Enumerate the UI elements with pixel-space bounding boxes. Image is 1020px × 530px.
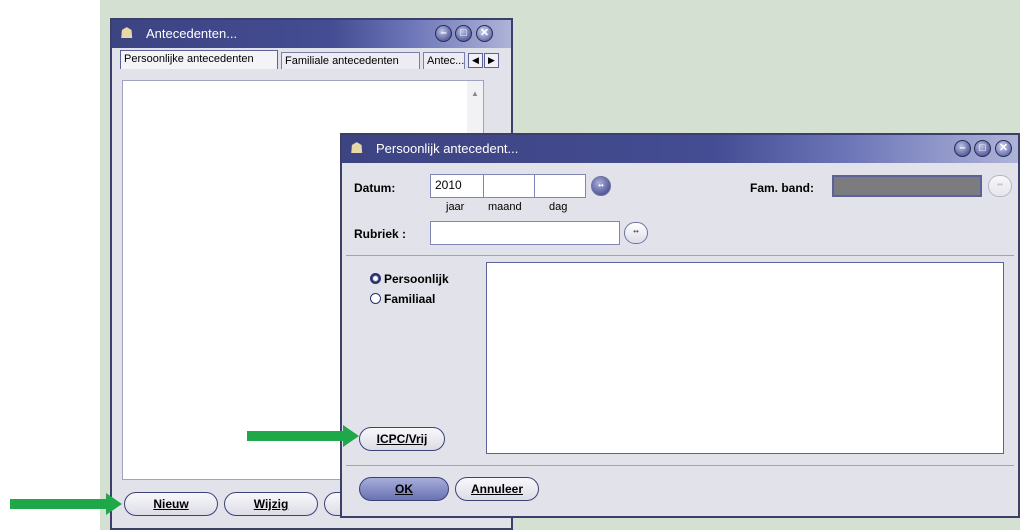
window-title: Antecedenten... <box>146 26 238 41</box>
scroll-up-icon[interactable]: ▲ <box>471 89 479 98</box>
edit-button[interactable]: Wijzig <box>224 492 318 516</box>
persoonlijk-antecedent-dialog: ☗ Persoonlijk antecedent... – □ ✕ Datum:… <box>340 133 1020 518</box>
jaar-label: jaar <box>446 201 465 213</box>
maximize-icon[interactable]: □ <box>455 25 472 42</box>
tab-strip: Persoonlijke antecedenten Familiale ante… <box>116 50 507 70</box>
radio-dot-selected <box>370 273 381 284</box>
maand-label: maand <box>488 201 522 213</box>
title-bar[interactable]: ☗ Antecedenten... – □ ✕ <box>112 20 511 48</box>
rubriek-input[interactable] <box>430 221 620 245</box>
radio-familiaal[interactable]: Familiaal <box>370 292 435 306</box>
rubriek-lookup-button[interactable]: •• <box>624 222 648 244</box>
date-picker-button[interactable]: •• <box>591 176 611 196</box>
user-icon: ☗ <box>350 140 364 157</box>
fam-band-field[interactable] <box>832 175 982 197</box>
dialog-title-bar[interactable]: ☗ Persoonlijk antecedent... – □ ✕ <box>342 135 1018 163</box>
tab-antec[interactable]: Antec... <box>423 52 465 69</box>
tab-scroll-left-icon[interactable]: ◀ <box>468 53 483 68</box>
minimize-icon[interactable]: – <box>435 25 452 42</box>
radio-dot <box>370 293 381 304</box>
datum-label: Datum: <box>354 181 396 195</box>
ok-button[interactable]: OK <box>359 477 449 501</box>
cancel-button[interactable]: Annuleer <box>455 477 539 501</box>
new-button[interactable]: Nieuw <box>124 492 218 516</box>
year-input[interactable]: 2010 <box>430 174 484 198</box>
tab-familiale[interactable]: Familiale antecedenten <box>281 52 420 69</box>
month-input[interactable] <box>483 174 535 198</box>
rubriek-label: Rubriek : <box>354 227 407 241</box>
close-icon[interactable]: ✕ <box>995 140 1012 157</box>
dag-label: dag <box>549 201 568 213</box>
user-icon: ☗ <box>120 25 134 42</box>
footer-divider <box>346 465 1014 466</box>
green-arrow-icon <box>247 425 359 447</box>
maximize-icon[interactable]: □ <box>974 140 991 157</box>
radio-persoonlijk[interactable]: Persoonlijk <box>370 272 449 286</box>
dialog-title: Persoonlijk antecedent... <box>376 141 519 156</box>
description-textarea[interactable] <box>486 262 1004 454</box>
tab-scroll-right-icon[interactable]: ▶ <box>484 53 499 68</box>
green-arrow-icon <box>10 493 122 515</box>
day-input[interactable] <box>534 174 586 198</box>
icpc-vrij-button[interactable]: ICPC/Vrij <box>359 427 445 451</box>
section-divider <box>346 255 1014 256</box>
fam-band-label: Fam. band: <box>750 181 815 195</box>
fam-band-lookup-button[interactable]: •• <box>988 175 1012 197</box>
close-icon[interactable]: ✕ <box>476 25 493 42</box>
tab-persoonlijke[interactable]: Persoonlijke antecedenten <box>120 50 278 69</box>
minimize-icon[interactable]: – <box>954 140 971 157</box>
